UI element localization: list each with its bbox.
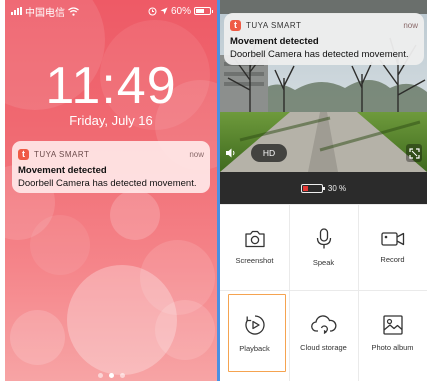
device-status-bar: 30 % bbox=[220, 172, 427, 204]
photo-album-button[interactable]: Photo album bbox=[358, 292, 427, 374]
device-battery-text: 30 % bbox=[327, 183, 347, 193]
playback-highlight-box bbox=[228, 294, 286, 372]
page-dot bbox=[108, 373, 114, 378]
speaker-button[interactable] bbox=[224, 144, 238, 162]
notification-body: Doorbell Camera has detected movement. bbox=[18, 178, 197, 189]
notification-title: Movement detected bbox=[230, 36, 319, 47]
speak-button[interactable]: Speak bbox=[289, 206, 358, 288]
notification-time: now bbox=[189, 149, 204, 159]
wallpaper-bubble bbox=[10, 310, 65, 365]
wallpaper-bubble bbox=[155, 300, 215, 360]
lock-clock: 11:49 bbox=[45, 57, 177, 115]
wallpaper-bubble bbox=[110, 190, 160, 240]
notification-body: Doorbell Camera has detected movement. bbox=[230, 49, 409, 60]
microphone-icon bbox=[316, 227, 331, 248]
notification-app-name: TUYA SMART bbox=[246, 20, 302, 30]
wallpaper-bubble bbox=[30, 215, 90, 275]
video-quality-button[interactable]: HD bbox=[251, 144, 287, 162]
record-button[interactable]: Record bbox=[358, 206, 427, 288]
photo-album-label: Photo album bbox=[371, 342, 414, 352]
battery-icon bbox=[194, 7, 213, 15]
record-label: Record bbox=[380, 254, 405, 264]
lock-notification[interactable]: t TUYA SMART now Movement detected Doorb… bbox=[12, 141, 210, 193]
screenshot-button[interactable]: Screenshot bbox=[220, 206, 289, 288]
battery-percent: 60% bbox=[170, 5, 191, 17]
camera-icon bbox=[244, 230, 265, 247]
wifi-icon bbox=[68, 6, 79, 16]
device-battery-icon bbox=[300, 183, 325, 193]
camera-app: HD t TUYA SMART now Movement detected Do… bbox=[220, 0, 427, 381]
cloud-storage-icon bbox=[310, 314, 336, 334]
fullscreen-button[interactable] bbox=[406, 144, 422, 162]
photo-album-icon bbox=[382, 314, 403, 335]
screenshot-label: Screenshot bbox=[235, 255, 274, 265]
cloud-storage-button[interactable]: Cloud storage bbox=[289, 292, 358, 374]
action-grid: Screenshot Speak Record Playback Cloud s… bbox=[220, 204, 427, 381]
lock-date: Friday, July 16 bbox=[69, 113, 153, 128]
carrier-label: 中国电信 bbox=[25, 7, 65, 19]
notification-title: Movement detected bbox=[18, 165, 107, 176]
location-icon bbox=[160, 7, 168, 15]
cloud-storage-label: Cloud storage bbox=[300, 342, 347, 352]
camera-notification[interactable]: t TUYA SMART now Movement detected Doorb… bbox=[224, 13, 424, 65]
fullscreen-icon bbox=[408, 147, 420, 159]
signal-icon bbox=[11, 7, 22, 15]
notification-app-name: TUYA SMART bbox=[34, 149, 90, 159]
tuya-app-icon: t bbox=[18, 148, 29, 160]
page-dot bbox=[119, 373, 125, 378]
speak-label: Speak bbox=[312, 257, 335, 267]
speaker-icon bbox=[226, 148, 235, 158]
tuya-app-icon: t bbox=[230, 19, 241, 31]
video-record-icon bbox=[380, 231, 404, 246]
alarm-icon bbox=[148, 7, 157, 15]
page-dot bbox=[97, 373, 103, 378]
status-bar: 中国电信 60% bbox=[5, 0, 217, 22]
notification-time: now bbox=[403, 20, 418, 30]
lock-screen: 中国电信 60% 11:49 Friday, July 16 t TUYA SM… bbox=[5, 0, 217, 381]
page-indicator bbox=[5, 373, 217, 378]
